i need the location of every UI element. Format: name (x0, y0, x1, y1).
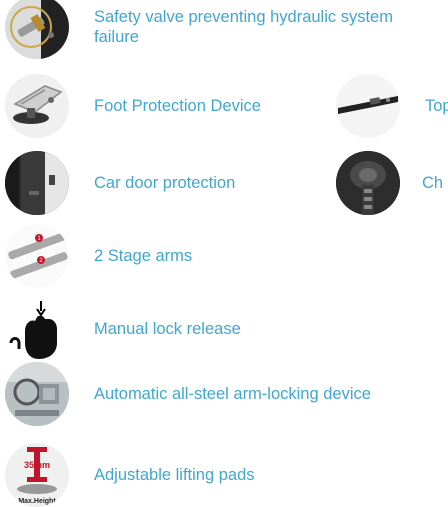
feature-label: Foot Protection Device (94, 97, 261, 115)
feature-two-stage-arms: 1 2 2 Stage arms (5, 224, 192, 288)
two-stage-arms-icon: 1 2 (5, 224, 69, 288)
feature-lifting-pads: 35mm Max.Height Adjustable lifting pads (5, 443, 255, 507)
feature-label: Top (425, 97, 448, 115)
chain-icon (336, 151, 400, 215)
manual-lock-release-icon (5, 297, 69, 361)
feature-manual-lock-release: Manual lock release (5, 297, 241, 361)
feature-top: Top (336, 74, 448, 138)
feature-chain: Ch (336, 151, 443, 215)
feature-label: Automatic all-steel arm-locking device (94, 385, 371, 403)
feature-label: Car door protection (94, 174, 236, 192)
feature-foot-protection: Foot Protection Device (5, 74, 261, 138)
feature-label: 2 Stage arms (94, 247, 193, 265)
features-panel: { "features": [ {"icon": "safety-valve-i… (0, 0, 448, 507)
safety-valve-icon (5, 0, 69, 59)
feature-arm-locking-device: Automatic all-steel arm-locking device (5, 362, 371, 426)
feature-safety-valve: Safety valve preventing hydraulic system… (5, 0, 404, 59)
feature-label: Adjustable lifting pads (94, 466, 255, 484)
feature-car-door-protection: Car door protection (5, 151, 235, 215)
arm-locking-device-icon (5, 362, 69, 426)
foot-protection-icon (5, 74, 69, 138)
feature-label: Manual lock release (94, 320, 241, 338)
feature-label: Safety valve preventing hydraulic system… (94, 8, 393, 46)
feature-label: Ch (422, 174, 444, 192)
pad-badge-value: 35mm (24, 460, 50, 470)
car-door-protection-icon (5, 151, 69, 215)
top-bar-icon (336, 74, 400, 138)
lifting-pad-icon: 35mm Max.Height (5, 443, 69, 507)
